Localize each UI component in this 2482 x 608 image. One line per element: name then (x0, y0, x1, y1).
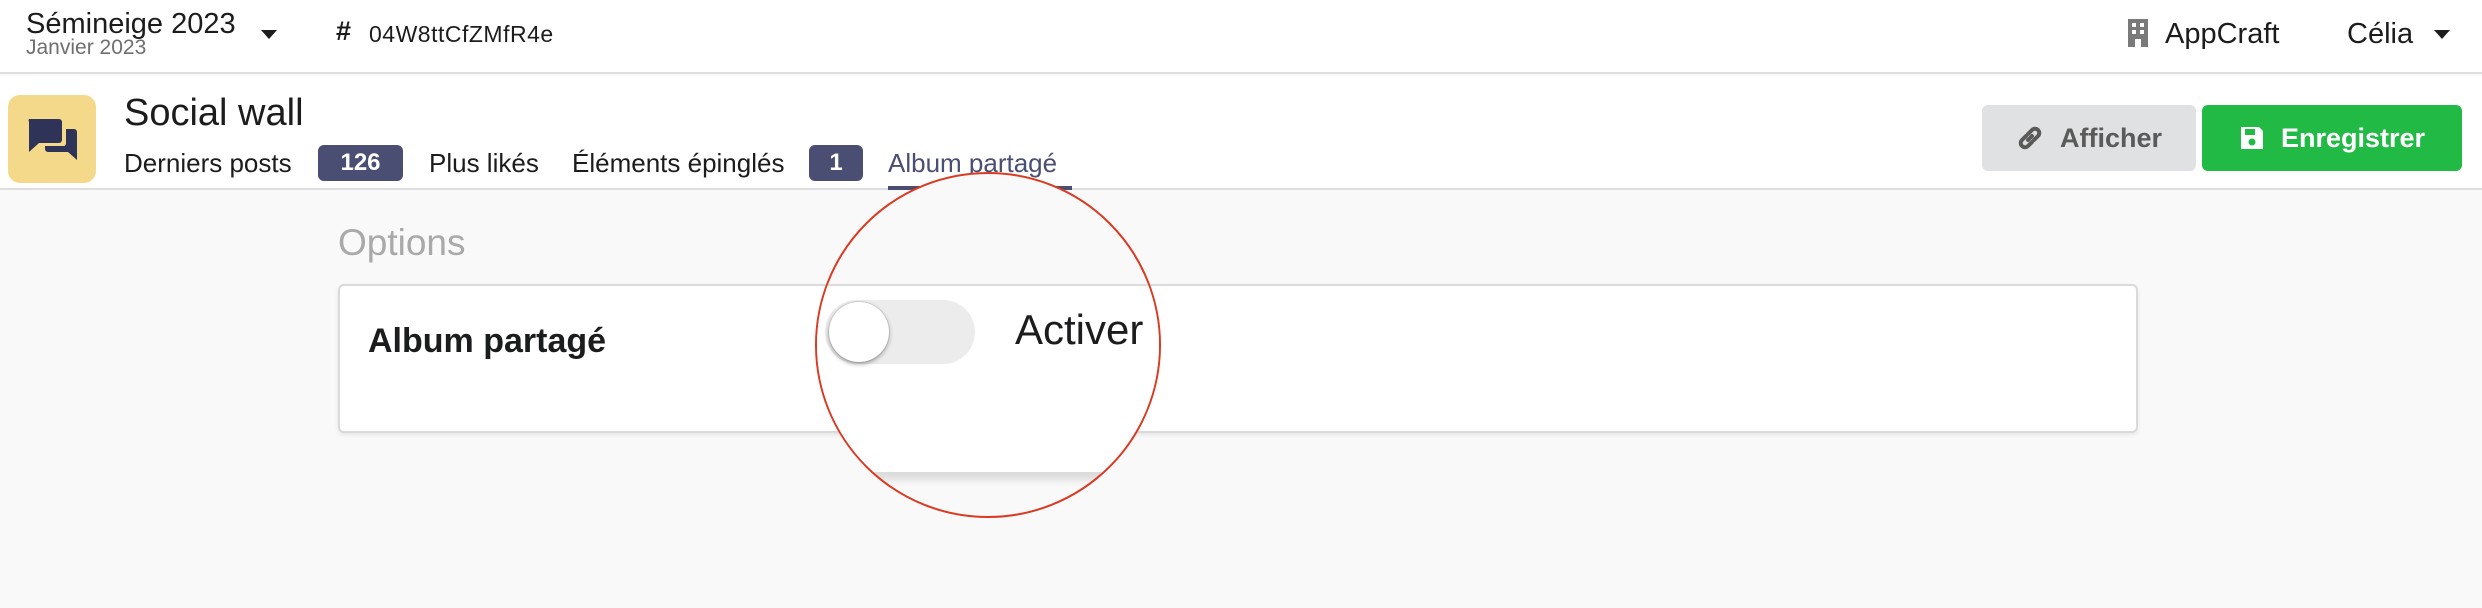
options-card (338, 284, 2138, 433)
event-subtitle: Janvier 2023 (26, 36, 147, 59)
view-button-label: Afficher (2059, 122, 2162, 153)
options-section-title: Options (338, 222, 466, 263)
highlight-magnifier: Activer (815, 172, 1161, 518)
hash-icon: # (336, 16, 352, 46)
shared-album-field-label: Album partagé (368, 322, 607, 360)
link-icon (2018, 126, 2042, 150)
pinned-count-badge: 1 (809, 145, 863, 181)
page-title: Social wall (124, 92, 304, 134)
organization-name[interactable]: AppCraft (2165, 18, 2279, 51)
view-button[interactable]: Afficher (1982, 105, 2196, 171)
building-icon (2128, 19, 2148, 47)
tab-most-liked[interactable]: Plus likés (429, 148, 539, 179)
save-button[interactable]: Enregistrer (2202, 105, 2462, 171)
toggle-knob[interactable] (829, 302, 889, 362)
user-dropdown-icon[interactable] (2434, 30, 2450, 39)
save-icon (2240, 127, 2263, 149)
event-dropdown-icon[interactable] (261, 30, 277, 39)
latest-posts-count-badge: 126 (318, 145, 403, 181)
toggle-label[interactable]: Activer (1015, 306, 1143, 354)
chat-bubbles-icon (8, 95, 96, 183)
event-code[interactable]: 04W8ttCfZMfR4e (369, 21, 554, 48)
save-button-label: Enregistrer (2280, 122, 2426, 153)
user-menu[interactable]: Célia (2347, 18, 2413, 51)
tab-latest-posts[interactable]: Derniers posts (124, 148, 292, 179)
tab-pinned[interactable]: Éléments épinglés (572, 148, 784, 179)
